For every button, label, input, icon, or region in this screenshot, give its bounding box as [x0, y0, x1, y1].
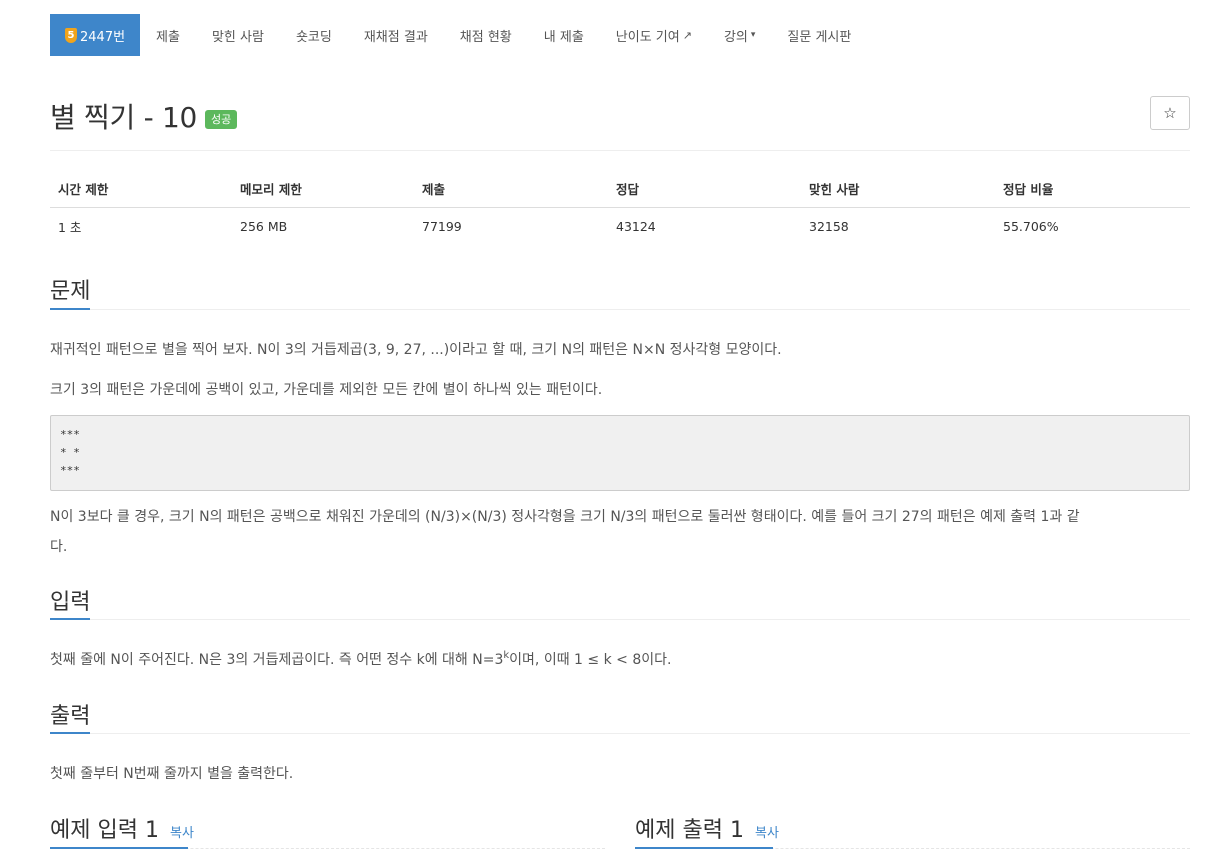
nav-rejudge-results-label: 재채점 결과 — [363, 29, 428, 45]
cell-submissions: 77199 — [422, 219, 462, 234]
problem-paragraph-3-line-2: 다. — [50, 539, 68, 555]
page-header: 별 찍기 - 10 성공 — [50, 96, 238, 136]
divider — [50, 150, 1190, 151]
input-text: 첫째 줄에 N이 주어진다. N은 3의 거듭제곱이다. 즉 어떤 정수 k에 … — [50, 652, 504, 668]
problem-paragraph-3: N이 3보다 클 경우, 크기 N의 패턴은 공백으로 채워진 가운데의 (N/… — [50, 502, 1190, 562]
problem-info-table: 시간 제한 메모리 제한 제출 정답 맞힌 사람 정답 비율 1 초 256 M… — [50, 170, 1190, 245]
nav-my-submissions[interactable]: 내 제출 — [528, 14, 600, 56]
heading-underline — [50, 308, 90, 310]
nav-status[interactable]: 채점 현황 — [444, 14, 528, 56]
heading-underline — [635, 847, 773, 849]
nav-solved-users-label: 맞힌 사람 — [211, 29, 264, 45]
heading-underline — [50, 732, 90, 734]
nav-lectures-dropdown[interactable]: 강의 ▾ — [708, 14, 771, 56]
sample-output-title: 예제 출력 1 — [635, 818, 744, 843]
nav-question-board-label: 질문 게시판 — [787, 29, 852, 45]
col-accepted: 정답 — [608, 170, 801, 208]
status-badge: 성공 — [205, 109, 238, 129]
cell-accept-ratio: 55.706% — [1003, 219, 1059, 234]
cell-time-limit: 1 초 — [58, 220, 82, 235]
heading-underline — [50, 847, 188, 849]
nav-difficulty-contribution[interactable]: 난이도 기여 ↗ — [600, 14, 708, 56]
input-text: 이며, 이때 1 ≤ k < 8이다. — [509, 652, 672, 668]
nav-short-coding-label: 숏코딩 — [295, 29, 332, 45]
input-description: 첫째 줄에 N이 주어진다. N은 3의 거듭제곱이다. 즉 어떤 정수 k에 … — [50, 645, 1190, 675]
nav-my-submissions-label: 내 제출 — [543, 29, 584, 45]
external-link-icon: ↗ — [682, 28, 692, 42]
sample-output-header: 예제 출력 1 복사 — [635, 812, 779, 844]
table-header-row: 시간 제한 메모리 제한 제출 정답 맞힌 사람 정답 비율 — [50, 170, 1190, 208]
nav-lectures-label: 강의 — [723, 29, 748, 45]
col-accept-ratio: 정답 비율 — [995, 170, 1190, 208]
nav-problem-number-label: 2447번 — [80, 29, 126, 45]
nav-submit-label: 제출 — [156, 29, 180, 45]
output-description: 첫째 줄부터 N번째 줄까지 별을 출력한다. — [50, 766, 294, 782]
divider — [50, 619, 1190, 620]
sample-input-header: 예제 입력 1 복사 — [50, 812, 194, 844]
input-heading: 입력 — [50, 590, 91, 615]
favorite-button[interactable]: ☆ — [1150, 96, 1190, 130]
problem-paragraph-3-line-1: N이 3보다 클 경우, 크기 N의 패턴은 공백으로 채워진 가운데의 (N/… — [50, 509, 1080, 525]
pattern-line: * * — [60, 446, 80, 459]
copy-sample-input-button[interactable]: 복사 — [170, 826, 194, 841]
divider — [50, 733, 1190, 734]
col-submissions: 제출 — [414, 170, 608, 208]
caret-down-icon: ▾ — [750, 30, 756, 40]
tier-icon: 5 — [65, 27, 77, 43]
col-memory-limit: 메모리 제한 — [232, 170, 414, 208]
col-solved-users: 맞힌 사람 — [801, 170, 995, 208]
star-icon: ☆ — [1163, 104, 1177, 122]
pattern-code-block: *** * * *** — [50, 415, 1190, 491]
page-title: 별 찍기 - 10 — [50, 101, 198, 134]
cell-memory-limit: 256 MB — [240, 219, 288, 234]
copy-sample-output-button[interactable]: 복사 — [755, 826, 779, 841]
cell-accepted: 43124 — [616, 219, 656, 234]
pattern-line: *** — [60, 464, 80, 477]
table-row: 1 초 256 MB 77199 43124 32158 55.706% — [50, 208, 1190, 246]
heading-underline — [50, 618, 90, 620]
nav-status-label: 채점 현황 — [459, 29, 512, 45]
problem-paragraph-2: 크기 3의 패턴은 가운데에 공백이 있고, 가운데를 제외한 모든 칸에 별이… — [50, 382, 603, 398]
sample-input-title: 예제 입력 1 — [50, 818, 159, 843]
nav-short-coding[interactable]: 숏코딩 — [280, 14, 348, 56]
col-time-limit: 시간 제한 — [50, 170, 232, 208]
nav-rejudge-results[interactable]: 재채점 결과 — [348, 14, 444, 56]
output-heading: 출력 — [50, 704, 91, 729]
cell-solved-users: 32158 — [809, 219, 849, 234]
divider — [50, 309, 1190, 310]
nav-submit[interactable]: 제출 — [140, 14, 196, 56]
problem-heading: 문제 — [50, 279, 91, 304]
nav-solved-users[interactable]: 맞힌 사람 — [196, 14, 280, 56]
nav-difficulty-label: 난이도 기여 — [615, 29, 680, 45]
pattern-line: *** — [60, 428, 80, 441]
nav-question-board[interactable]: 질문 게시판 — [771, 14, 867, 56]
problem-menu: 5 2447번 제출 맞힌 사람 숏코딩 재채점 결과 채점 현황 내 제출 난… — [50, 14, 867, 56]
nav-problem-number[interactable]: 5 2447번 — [50, 14, 141, 56]
problem-paragraph-1: 재귀적인 패턴으로 별을 찍어 보자. N이 3의 거듭제곱(3, 9, 27,… — [50, 342, 782, 358]
